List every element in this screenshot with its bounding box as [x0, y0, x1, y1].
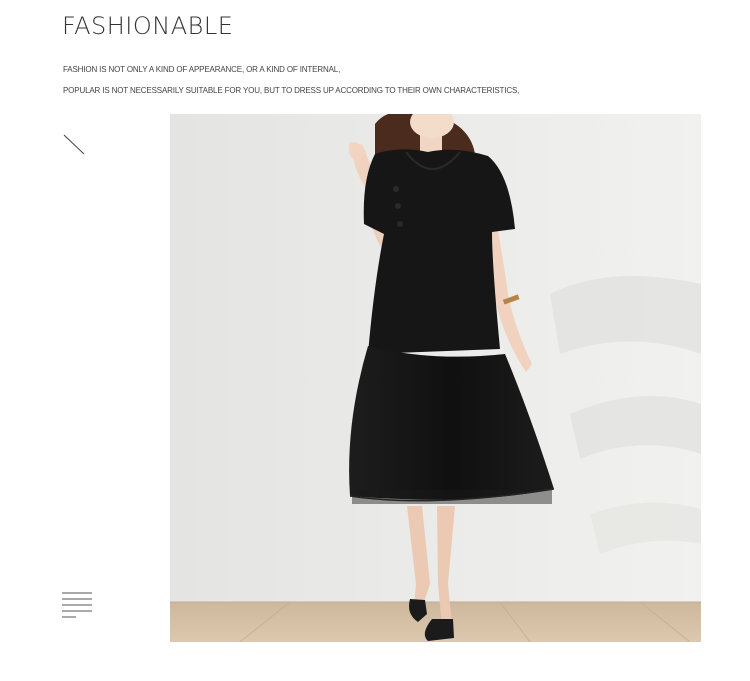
- tagline-line-2: POPULAR IS NOT NECESSARILY SUITABLE FOR …: [63, 86, 520, 95]
- tagline-line-1: FASHION IS NOT ONLY A KIND OF APPEARANCE…: [63, 65, 341, 74]
- menu-lines-icon: [62, 592, 92, 618]
- diagonal-line-icon: [63, 134, 85, 155]
- page-title: FASHIONABLE: [62, 12, 234, 40]
- product-photo: [170, 114, 701, 642]
